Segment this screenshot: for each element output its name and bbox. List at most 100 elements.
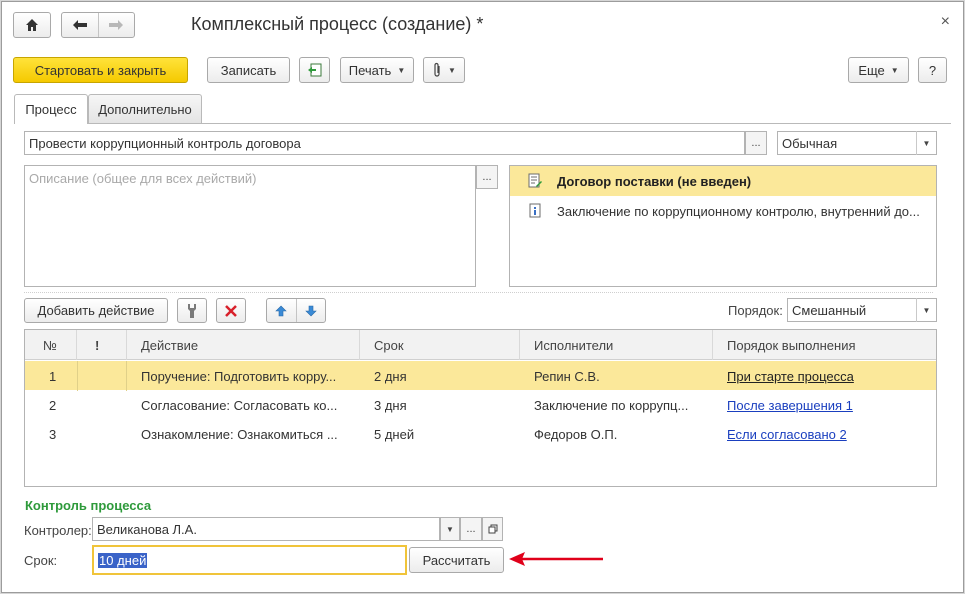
description-open-button[interactable]: ... — [476, 165, 498, 189]
back-button[interactable] — [62, 13, 99, 37]
dropdown-caret-icon[interactable]: ▼ — [916, 298, 936, 322]
print-button[interactable]: Печать ▼ — [340, 57, 414, 83]
order-link[interactable]: После завершения 1 — [727, 398, 853, 413]
cell-importance — [77, 361, 127, 391]
cell-term: 3 дня — [374, 397, 407, 413]
arrow-left-icon — [72, 20, 87, 30]
control-section-title: Контроль процесса — [25, 498, 152, 513]
column-header-order[interactable]: Порядок выполнения — [713, 330, 938, 360]
cell-importance — [77, 390, 127, 420]
process-name-value: Провести коррупционный контроль договора — [29, 135, 301, 151]
home-button[interactable] — [13, 12, 51, 38]
term-label: Срок: — [24, 553, 58, 568]
close-icon[interactable]: × — [941, 13, 950, 31]
cell-action: Согласование: Согласовать ко... — [141, 397, 338, 413]
term-value: 10 дней — [98, 552, 148, 568]
cell-number: 3 — [49, 426, 57, 442]
dropdown-caret-icon: ▼ — [448, 65, 456, 75]
column-header-number[interactable]: № — [25, 330, 77, 360]
cell-term: 5 дней — [374, 426, 415, 442]
cell-number: 1 — [49, 368, 57, 384]
tab-additional[interactable]: Дополнительно — [88, 94, 202, 123]
wrench-icon — [188, 303, 196, 318]
column-header-importance[interactable]: ! — [77, 330, 127, 360]
list-item[interactable]: Заключение по коррупционному контролю, в… — [510, 196, 936, 226]
edit-action-button[interactable] — [177, 298, 207, 323]
main-window: Комплексный процесс (создание) * × Старт… — [1, 1, 964, 593]
attachment-title: Договор поставки (не введен) — [557, 173, 752, 189]
section-divider — [24, 292, 933, 293]
move-group — [266, 298, 326, 323]
calculate-button[interactable]: Рассчитать — [409, 547, 504, 573]
order-label: Порядок: — [728, 303, 783, 318]
move-down-button[interactable] — [297, 299, 326, 322]
attachments-list: Договор поставки (не введен) Заключение … — [509, 165, 937, 287]
order-link[interactable]: При старте процесса — [727, 369, 854, 384]
importance-select[interactable]: Обычная ▼ — [777, 131, 937, 155]
dropdown-caret-icon[interactable]: ▼ — [916, 131, 936, 155]
doc-icon — [529, 203, 541, 218]
order-link[interactable]: Если согласовано 2 — [727, 427, 847, 442]
cell-action: Ознакомление: Ознакомиться ... — [141, 426, 338, 442]
order-select[interactable]: Смешанный ▼ — [787, 298, 937, 322]
description-placeholder: Описание (общее для всех действий) — [29, 171, 257, 186]
add-action-button[interactable]: Добавить действие — [24, 298, 168, 323]
dropdown-caret-icon: ▼ — [397, 65, 406, 75]
dropdown-caret-icon: ▼ — [890, 65, 899, 75]
tab-process[interactable]: Процесс — [14, 94, 88, 124]
print-label: Печать — [348, 62, 392, 78]
cell-executor: Заключение по коррупц... — [534, 397, 689, 413]
save-button[interactable]: Записать — [207, 57, 290, 83]
process-name-field[interactable]: Провести коррупционный контроль договора — [24, 131, 745, 155]
importance-value: Обычная — [782, 135, 838, 151]
cell-executor: Репин С.В. — [534, 368, 600, 384]
table-row[interactable]: 1 Поручение: Подготовить корру... 2 дня … — [25, 361, 938, 391]
term-input[interactable]: 10 дней — [92, 545, 407, 575]
cell-executor: Федоров О.П. — [534, 426, 618, 442]
nav-group — [61, 12, 135, 38]
start-and-close-button[interactable]: Стартовать и закрыть — [13, 57, 188, 83]
attach-button[interactable]: ▼ — [423, 57, 465, 83]
cell-order: Если согласовано 2 — [713, 419, 938, 449]
controller-field[interactable]: Великанова Л.А. — [92, 517, 440, 541]
post-button[interactable] — [299, 57, 330, 83]
delete-action-button[interactable] — [216, 298, 246, 323]
attachment-title: Заключение по коррупционному контролю, в… — [557, 203, 920, 219]
cell-order: При старте процесса — [713, 361, 938, 391]
column-header-action[interactable]: Действие — [127, 330, 360, 360]
actions-table: № ! Действие Срок Исполнители Порядок вы… — [24, 329, 937, 487]
table-row[interactable]: 3 Ознакомление: Ознакомиться ... 5 дней … — [25, 419, 936, 448]
forward-button[interactable] — [99, 13, 135, 37]
cell-importance — [77, 419, 127, 449]
more-label: Еще — [858, 62, 885, 78]
cell-order: После завершения 1 — [713, 390, 938, 420]
post-doc-icon — [307, 63, 321, 77]
delete-x-icon — [225, 304, 237, 317]
home-icon — [26, 19, 38, 31]
tab-divider — [14, 123, 951, 124]
list-item[interactable]: Договор поставки (не введен) — [510, 166, 936, 196]
more-button[interactable]: Еще ▼ — [848, 57, 909, 83]
cell-term: 2 дня — [374, 368, 407, 384]
paperclip-icon — [434, 62, 440, 77]
arrow-up-icon — [275, 305, 287, 316]
description-textarea[interactable]: Описание (общее для всех действий) — [24, 165, 476, 287]
column-header-executors[interactable]: Исполнители — [520, 330, 713, 360]
controller-open-button[interactable] — [482, 517, 503, 541]
cell-action: Поручение: Подготовить корру... — [141, 368, 337, 384]
controller-value: Великанова Л.А. — [97, 521, 197, 537]
controller-label: Контролер: — [24, 523, 92, 538]
help-button[interactable]: ? — [918, 57, 947, 83]
controller-dropdown-button[interactable]: ▼ — [440, 517, 460, 541]
arrow-right-icon — [109, 20, 124, 30]
controller-select-button[interactable]: ... — [460, 517, 482, 541]
table-header: № ! Действие Срок Исполнители Порядок вы… — [25, 330, 936, 360]
order-value: Смешанный — [792, 302, 867, 318]
cell-number: 2 — [49, 397, 57, 413]
process-name-select-button[interactable]: ... — [745, 131, 767, 155]
move-up-button[interactable] — [267, 299, 297, 322]
column-header-term[interactable]: Срок — [360, 330, 520, 360]
arrow-down-icon — [305, 305, 317, 316]
edit-doc-icon — [528, 173, 542, 188]
table-row[interactable]: 2 Согласование: Согласовать ко... 3 дня … — [25, 390, 936, 419]
